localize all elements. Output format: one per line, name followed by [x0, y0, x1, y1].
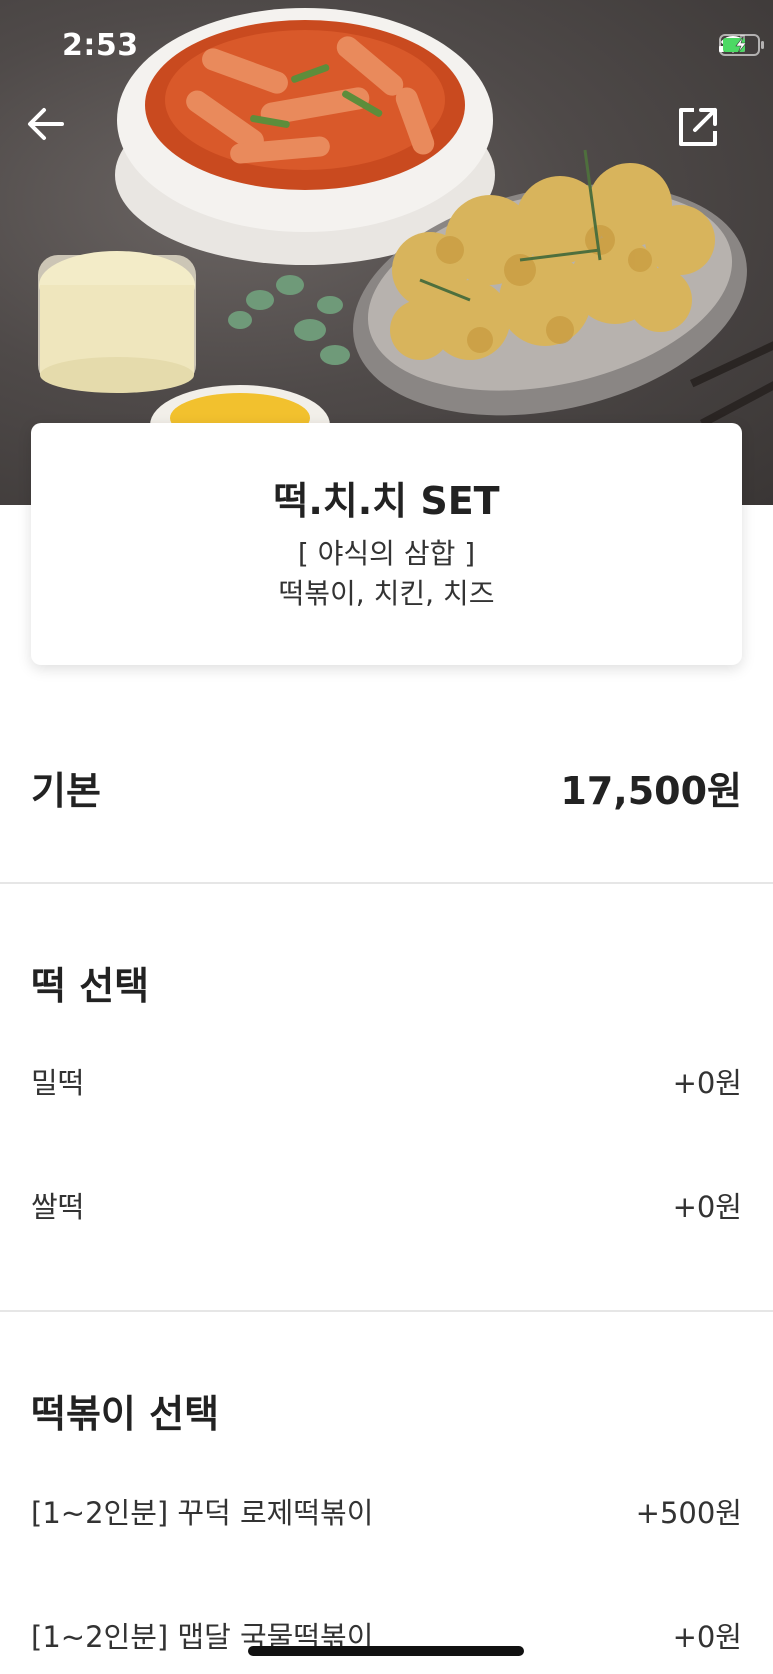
option-price: +0원 [672, 1190, 742, 1224]
section-divider [0, 1310, 773, 1312]
option-price: +0원 [672, 1066, 742, 1100]
product-description-line: 떡볶이, 치킨, 치즈 [278, 577, 495, 610]
option-item[interactable]: [1~2인분] 꾸덕 로제떡볶이 +500원 [31, 1490, 742, 1538]
section-divider [0, 882, 773, 884]
option-price: +500원 [635, 1496, 742, 1530]
section-title-rice-cake: 떡 선택 [31, 964, 150, 1008]
base-price-row: 기본 17,500원 [31, 760, 742, 813]
product-name: 떡.치.치 SET [273, 479, 500, 523]
product-description-line: [ 야식의 삼합 ] [297, 537, 476, 570]
status-time: 2:53 [62, 28, 139, 63]
option-item[interactable]: 밀떡 +0원 [31, 1060, 742, 1108]
option-label: 밀떡 [31, 1066, 85, 1100]
status-bar: 2:53 [0, 0, 773, 96]
back-button[interactable] [26, 106, 86, 166]
home-indicator[interactable] [248, 1646, 524, 1656]
share-button[interactable] [677, 106, 737, 166]
option-price: +0원 [672, 1620, 742, 1654]
option-label: [1~2인분] 꾸덕 로제떡볶이 [31, 1496, 374, 1530]
base-price-label: 기본 [31, 769, 101, 813]
section-title-tteokbokki: 떡볶이 선택 [31, 1392, 220, 1436]
option-item[interactable]: 쌀떡 +0원 [31, 1184, 742, 1232]
base-price-value: 17,500원 [560, 769, 742, 813]
option-label: 쌀떡 [31, 1190, 85, 1224]
